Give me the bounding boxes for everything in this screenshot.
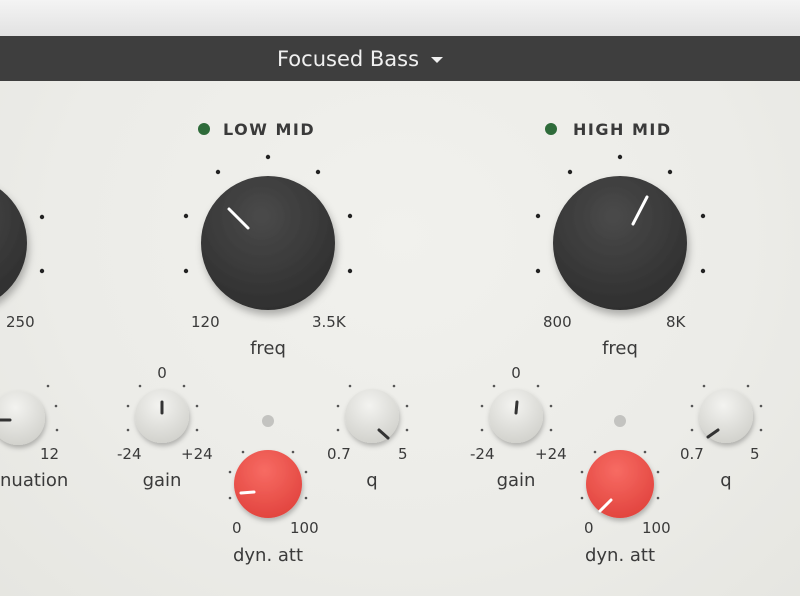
low-mid-title: LOW MID: [223, 120, 315, 139]
high-mid-freq-max: 8K: [666, 313, 687, 331]
high-mid-q-label: q: [720, 470, 731, 491]
high-mid-gain-max: +24: [535, 445, 567, 463]
knob-pointer: [239, 490, 256, 495]
left-attenuation-label: nuation: [0, 470, 68, 491]
high-mid-dyn-label: dyn. att: [585, 545, 655, 566]
low-mid-freq-knob[interactable]: [201, 176, 335, 310]
left-freq-knob[interactable]: [0, 176, 27, 310]
low-mid-band: LOW MID 120 3.5K freq 0 -24 +24 gain 0 1…: [117, 120, 409, 566]
low-mid-gain-top: 0: [157, 364, 167, 382]
scale-dot: [39, 214, 45, 220]
low-mid-q-label: q: [366, 470, 377, 491]
high-mid-freq-knob[interactable]: [553, 176, 687, 310]
high-mid-enable-indicator[interactable]: [545, 123, 557, 135]
low-mid-dyn-max: 100: [290, 519, 319, 537]
low-mid-gain-label: gain: [143, 470, 182, 491]
low-mid-dyn-indicator[interactable]: [262, 415, 274, 427]
scale-dot: [39, 268, 45, 274]
low-mid-gain-min: -24: [117, 445, 142, 463]
left-freq-max-label: 250: [6, 313, 35, 331]
low-mid-freq-min: 120: [191, 313, 220, 331]
high-mid-q-knob[interactable]: [699, 389, 753, 443]
scale-dot: [54, 404, 58, 408]
scale-dot: [55, 428, 59, 432]
low-mid-freq-max: 3.5K: [312, 313, 347, 331]
left-attenuation-max-label: 12: [40, 445, 59, 463]
high-mid-dyn-att-knob[interactable]: [586, 450, 654, 518]
high-mid-dyn-indicator[interactable]: [614, 415, 626, 427]
high-mid-q-min: 0.7: [680, 445, 704, 463]
low-mid-q-knob[interactable]: [345, 389, 399, 443]
low-mid-q-min: 0.7: [327, 445, 351, 463]
left-attenuation-knob[interactable]: [0, 391, 45, 445]
low-mid-dyn-att-knob[interactable]: [234, 450, 302, 518]
high-mid-freq-label: freq: [602, 338, 638, 359]
high-mid-dyn-min: 0: [584, 519, 594, 537]
scale-dot: [46, 384, 50, 388]
high-mid-gain-min: -24: [470, 445, 495, 463]
left-band-partial: 250 12 nuation: [0, 176, 68, 491]
low-mid-dyn-min: 0: [232, 519, 242, 537]
high-mid-dyn-max: 100: [642, 519, 671, 537]
low-mid-enable-indicator[interactable]: [198, 123, 210, 135]
low-mid-q-max: 5: [398, 445, 408, 463]
high-mid-freq-min: 800: [543, 313, 572, 331]
high-mid-q-max: 5: [750, 445, 760, 463]
high-mid-gain-label: gain: [497, 470, 536, 491]
high-mid-band: HIGH MID 800 8K freq 0 -24 +24 gain 0 10…: [470, 120, 763, 566]
high-mid-gain-knob[interactable]: [489, 389, 543, 443]
low-mid-dyn-label: dyn. att: [233, 545, 303, 566]
high-mid-gain-top: 0: [511, 364, 521, 382]
knob-pointer: [514, 400, 519, 415]
high-mid-title: HIGH MID: [573, 120, 672, 139]
low-mid-gain-knob[interactable]: [135, 389, 189, 443]
eq-controls: 250 12 nuation LOW MID 120 3.5K freq 0 -…: [0, 120, 763, 566]
low-mid-freq-label: freq: [250, 338, 286, 359]
low-mid-gain-max: +24: [181, 445, 213, 463]
